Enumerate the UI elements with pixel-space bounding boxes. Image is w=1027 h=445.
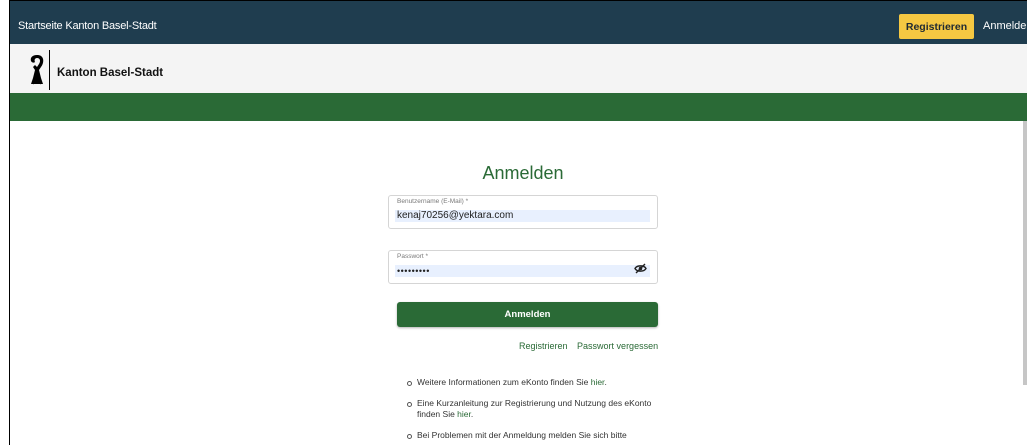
- brand-name: Kanton Basel-Stadt: [57, 67, 164, 79]
- brand-header: Kanton Basel-Stadt: [10, 44, 1027, 93]
- info-text-end: .: [470, 409, 474, 419]
- info-text: Bei Problemen mit der Anmeldung melden S…: [417, 430, 627, 440]
- info-link[interactable]: hier: [457, 409, 471, 419]
- password-field[interactable]: Passwort * •••••••••: [388, 250, 658, 284]
- password-input[interactable]: •••••••••: [395, 265, 650, 277]
- list-item: Bei Problemen mit der Anmeldung melden S…: [405, 430, 665, 441]
- auth-links: Registrieren Passwort vergessen: [519, 341, 665, 351]
- brand-divider: [49, 50, 50, 90]
- scrollbar[interactable]: [1023, 121, 1027, 385]
- username-input[interactable]: [395, 210, 650, 222]
- basel-crosier-icon[interactable]: [28, 54, 46, 86]
- info-list: Weitere Informationen zum eKonto finden …: [405, 377, 665, 445]
- login-link[interactable]: Anmelden: [983, 20, 1027, 32]
- password-label: Passwort *: [397, 253, 429, 260]
- info-link[interactable]: hier: [591, 377, 605, 387]
- eye-off-icon[interactable]: [634, 263, 647, 274]
- browser-viewport: Startseite Kanton Basel-Stadt Registrier…: [9, 0, 1027, 445]
- green-banner: [10, 93, 1027, 121]
- home-link[interactable]: Startseite Kanton Basel-Stadt: [18, 20, 157, 32]
- register-link[interactable]: Registrieren: [519, 341, 568, 351]
- forgot-password-link[interactable]: Passwort vergessen: [577, 341, 658, 351]
- username-label: Benutzername (E-Mail) *: [397, 198, 469, 205]
- username-field[interactable]: Benutzername (E-Mail) *: [388, 195, 658, 229]
- register-button[interactable]: Registrieren: [899, 14, 974, 39]
- info-text: Eine Kurzanleitung zur Registrierung und…: [417, 398, 652, 419]
- list-item: Weitere Informationen zum eKonto finden …: [405, 377, 665, 388]
- top-navigation-bar: Startseite Kanton Basel-Stadt Registrier…: [10, 1, 1027, 44]
- list-item: Eine Kurzanleitung zur Registrierung und…: [405, 398, 665, 420]
- info-text: Weitere Informationen zum eKonto finden …: [417, 377, 591, 387]
- login-submit-button[interactable]: Anmelden: [397, 302, 658, 327]
- page-title: Anmelden: [482, 163, 564, 183]
- info-text-end: .: [604, 377, 607, 387]
